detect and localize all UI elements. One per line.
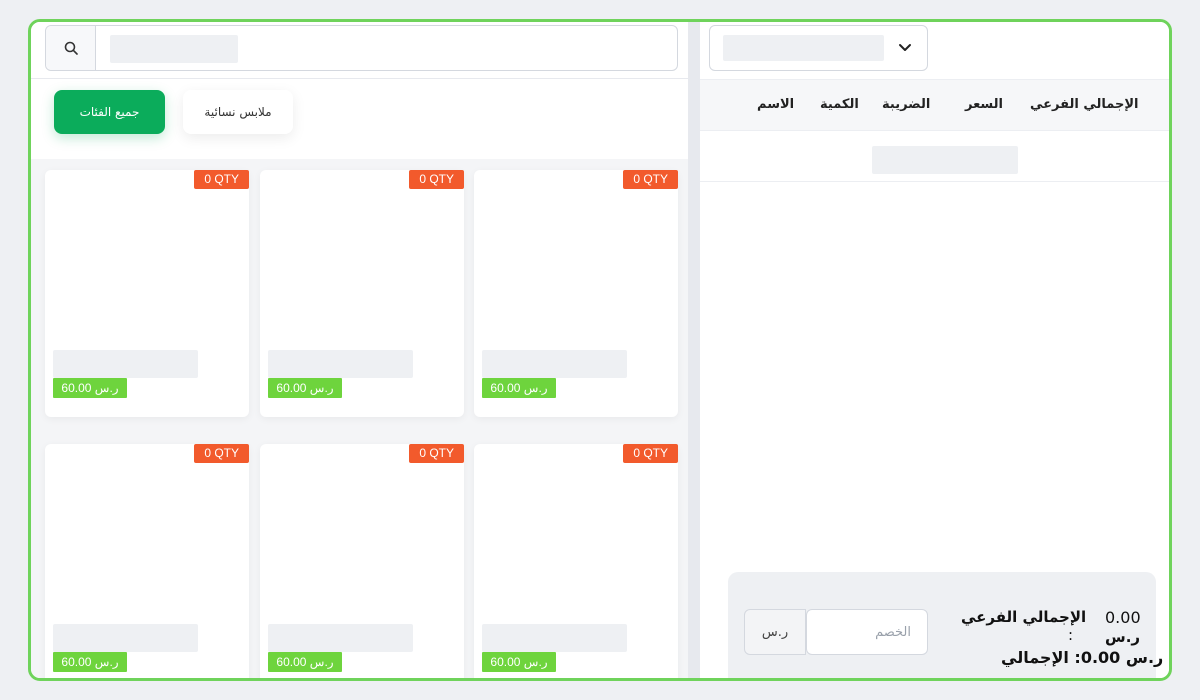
price-badge: 60.00 ر.س [268, 652, 342, 672]
customer-select-skeleton [723, 35, 884, 61]
category-women-clothing-button[interactable]: ملابس نسائية [183, 90, 293, 134]
product-panel: جميع الفئات ملابس نسائية 0 QTY 60.00 ر.س… [31, 22, 688, 678]
qty-badge: 0 QTY [623, 170, 678, 189]
category-all-button[interactable]: جميع الفئات [54, 90, 165, 134]
chevron-down-icon [899, 44, 911, 51]
qty-badge: 0 QTY [409, 170, 464, 189]
product-card[interactable]: 0 QTY 60.00 ر.س [45, 444, 249, 678]
price-badge: 60.00 ر.س [53, 378, 127, 398]
cart-table-header: الاسم الكمية الضريبة السعر الإجمالي الفر… [700, 79, 1169, 131]
price-badge: 60.00 ر.س [482, 378, 556, 398]
product-card[interactable]: 0 QTY 60.00 ر.س [474, 444, 678, 678]
product-name-skeleton [482, 350, 627, 378]
panel-divider [688, 22, 700, 678]
price-badge: 60.00 ر.س [53, 652, 127, 672]
discount-input[interactable] [806, 609, 928, 655]
price-badge: 60.00 ر.س [268, 378, 342, 398]
discount-currency-button[interactable]: ر.س [744, 609, 806, 655]
total-line: ر.س 0.00: الإجمالي [1001, 648, 1164, 667]
product-name-skeleton [482, 624, 627, 652]
column-subtotal: الإجمالي الفرعي [1030, 97, 1139, 112]
search-bar-area [31, 22, 688, 79]
column-price: السعر [965, 97, 1003, 112]
search-button[interactable] [46, 26, 96, 70]
product-name-skeleton [268, 624, 413, 652]
search-icon [64, 41, 78, 55]
column-name: الاسم [757, 97, 795, 112]
search-placeholder-skeleton [110, 35, 238, 63]
product-name-skeleton [268, 350, 413, 378]
qty-badge: 0 QTY [623, 444, 678, 463]
subtotal-colon: : [1068, 626, 1074, 644]
order-summary: ر.س الإجمالي الفرعي 0.00 : ر.س ر.س 0.00:… [728, 572, 1163, 678]
product-card[interactable]: 0 QTY 60.00 ر.س [474, 170, 678, 417]
product-name-skeleton [53, 624, 198, 652]
price-badge: 60.00 ر.س [482, 652, 556, 672]
product-card[interactable]: 0 QTY 60.00 ر.س [45, 170, 249, 417]
customer-select[interactable] [709, 25, 928, 71]
product-name-skeleton [53, 350, 198, 378]
product-card[interactable]: 0 QTY 60.00 ر.س [260, 170, 464, 417]
qty-badge: 0 QTY [194, 170, 249, 189]
search-box [45, 25, 678, 71]
cart-panel: الاسم الكمية الضريبة السعر الإجمالي الفر… [700, 22, 1169, 678]
product-card[interactable]: 0 QTY 60.00 ر.س [260, 444, 464, 678]
category-bar: جميع الفئات ملابس نسائية [31, 79, 688, 159]
cart-row-loading [700, 132, 1169, 182]
subtotal-currency: ر.س [1105, 628, 1141, 646]
subtotal-value: 0.00 [1105, 608, 1141, 627]
cart-row-skeleton [872, 146, 1018, 174]
column-tax: الضريبة [882, 97, 931, 112]
column-qty: الكمية [820, 97, 859, 112]
product-grid: 0 QTY 60.00 ر.س 0 QTY 60.00 ر.س 0 QTY 60… [45, 170, 678, 678]
qty-badge: 0 QTY [194, 444, 249, 463]
pos-window: جميع الفئات ملابس نسائية 0 QTY 60.00 ر.س… [28, 19, 1172, 681]
subtotal-label: الإجمالي الفرعي [961, 608, 1087, 626]
qty-badge: 0 QTY [409, 444, 464, 463]
